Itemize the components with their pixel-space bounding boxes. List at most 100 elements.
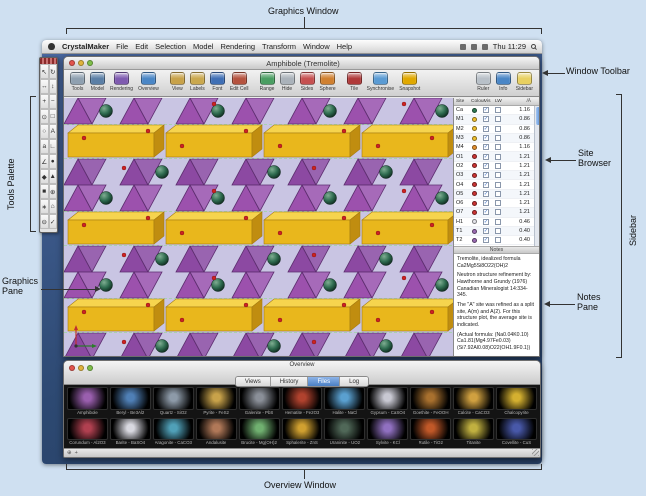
zoom-button[interactable] — [87, 60, 93, 66]
close-button[interactable] — [69, 60, 75, 66]
tool-marquee[interactable]: □ — [48, 109, 57, 124]
toolbar-button-overview[interactable]: Overview — [136, 71, 161, 92]
site-lw-checkbox[interactable] — [495, 162, 501, 169]
site-lw-checkbox[interactable] — [495, 135, 501, 142]
toolbar-button-info[interactable]: Info — [494, 71, 513, 92]
overview-tile-rutile[interactable]: Rutile - TiO2 — [410, 417, 452, 447]
close-button[interactable] — [69, 365, 75, 371]
site-row-o7[interactable]: O7 ✓ 1.21 — [454, 208, 539, 218]
toolbar-button-font[interactable]: Font — [208, 71, 227, 92]
tool-home[interactable]: ⌂ — [48, 199, 57, 214]
site-lw-checkbox[interactable] — [495, 228, 501, 234]
site-colour-swatch[interactable] — [472, 219, 477, 225]
site-row-h1[interactable]: H1 ✓ 0.46 — [454, 218, 539, 227]
site-colour-swatch[interactable] — [472, 154, 477, 160]
site-colour-swatch[interactable] — [472, 116, 477, 122]
site-lw-checkbox[interactable] — [495, 218, 501, 225]
site-colour-swatch[interactable] — [472, 163, 477, 169]
site-colour-swatch[interactable] — [472, 144, 477, 150]
overview-tile-amphibole[interactable]: Amphibole — [67, 387, 108, 416]
pan-icon[interactable]: ⊕ — [67, 450, 72, 456]
tool-apply[interactable]: ✓ — [48, 214, 57, 229]
tool-select[interactable]: ↖ — [40, 64, 49, 79]
notes-header[interactable]: Notes — [454, 246, 539, 254]
column-colour[interactable]: Colour — [471, 99, 485, 104]
overview-tile-brucite[interactable]: Brucite - Mg(OH)2 — [238, 417, 280, 447]
overview-tile-pyrite[interactable]: Pyrite - FeS2 — [195, 387, 237, 416]
site-visible-checkbox[interactable]: ✓ — [483, 190, 489, 197]
graphics-pane[interactable] — [64, 98, 454, 356]
zoom-icon[interactable]: + — [75, 450, 78, 456]
site-lw-checkbox[interactable] — [495, 125, 501, 132]
overview-tile-halite[interactable]: Halite - NaCl — [324, 387, 366, 416]
overview-tile-sylvite[interactable]: Sylvite - KCl — [367, 417, 409, 447]
tab-views[interactable]: Views — [235, 377, 271, 386]
menu-help[interactable]: Help — [337, 42, 352, 51]
site-colour-swatch[interactable] — [472, 200, 477, 206]
site-row-o1[interactable]: O1 ✓ 1.21 — [454, 152, 539, 162]
window-titlebar[interactable]: Amphibole (Tremolite) — [64, 57, 539, 70]
site-visible-checkbox[interactable]: ✓ — [483, 237, 489, 244]
site-row-o4[interactable]: O4 ✓ 1.21 — [454, 180, 539, 190]
site-colour-swatch[interactable] — [472, 126, 477, 132]
site-visible-checkbox[interactable]: ✓ — [483, 107, 489, 114]
spotlight-icon[interactable] — [531, 44, 536, 49]
toolbar-button-rendering[interactable]: Rendering — [108, 71, 135, 92]
site-row-m3[interactable]: M3 ✓ 0.86 — [454, 133, 539, 144]
site-visible-checkbox[interactable]: ✓ — [483, 209, 489, 216]
toolbar-button-labels[interactable]: Labels — [188, 71, 207, 92]
site-visible-checkbox[interactable]: ✓ — [483, 144, 489, 151]
overview-tile-beryl[interactable]: Beryl - Be3Al2 — [109, 387, 151, 416]
site-colour-swatch[interactable] — [472, 182, 477, 188]
site-colour-swatch[interactable] — [472, 209, 477, 215]
site-lw-checkbox[interactable] — [495, 200, 501, 207]
tool-cell[interactable]: ■ — [40, 184, 49, 199]
site-row-t1[interactable]: T1 ✓ 0.40 — [454, 226, 539, 237]
tool-distance[interactable]: ∟ — [48, 139, 57, 154]
site-visible-checkbox[interactable]: ✓ — [483, 125, 489, 132]
scrollbar-thumb[interactable] — [535, 107, 539, 125]
site-visible-checkbox[interactable]: ✓ — [483, 228, 489, 234]
tool-angle[interactable]: ∠ — [40, 154, 49, 169]
site-row-ca[interactable]: Ca ✓ 1.16 — [454, 106, 539, 116]
site-lw-checkbox[interactable] — [495, 116, 501, 123]
site-lw-checkbox[interactable] — [495, 144, 501, 151]
site-visible-checkbox[interactable]: ✓ — [483, 181, 489, 188]
tool-lasso[interactable]: ○ — [40, 124, 49, 139]
toolbar-button-sidebar-toggle[interactable]: Sidebar — [514, 71, 535, 92]
menu-rendering[interactable]: Rendering — [220, 42, 255, 51]
resize-grip[interactable] — [532, 449, 539, 456]
overview-tile-goethite[interactable]: Goethite - FeOOH — [410, 387, 452, 416]
overview-tile-quartz[interactable]: Quartz - SiO2 — [152, 387, 194, 416]
site-visible-checkbox[interactable]: ✓ — [483, 116, 489, 123]
column-lw[interactable]: LW — [495, 99, 506, 104]
column-site[interactable]: Site — [456, 99, 471, 104]
overview-titlebar[interactable]: Overview Views History Files Log — [64, 361, 540, 387]
tool-polyhedra[interactable]: ▲ — [48, 169, 57, 184]
overview-tile-aragonite[interactable]: Aragonite - CaCO3 — [152, 417, 194, 447]
overview-tile-hematite[interactable]: Hematite - Fe2O3 — [281, 387, 323, 416]
site-lw-checkbox[interactable] — [495, 181, 501, 188]
site-browser-scrollbar[interactable] — [534, 106, 539, 246]
column-radius[interactable]: /Å — [526, 99, 537, 104]
tab-history[interactable]: History — [270, 377, 309, 386]
menu-model[interactable]: Model — [193, 42, 213, 51]
site-visible-checkbox[interactable]: ✓ — [483, 218, 489, 225]
app-menu-title[interactable]: CrystalMaker — [62, 42, 109, 51]
site-row-m4[interactable]: M4 ✓ 1.16 — [454, 143, 539, 153]
toolbar-button-tools[interactable]: Tools — [68, 71, 87, 92]
tab-files[interactable]: Files — [308, 377, 341, 386]
toolbar-button-ruler[interactable]: Ruler — [474, 71, 493, 92]
toolbar-button-sides[interactable]: Sides — [298, 71, 317, 92]
site-colour-swatch[interactable] — [472, 107, 477, 113]
site-colour-swatch[interactable] — [472, 135, 477, 141]
tool-origin[interactable]: ⊕ — [48, 184, 57, 199]
bluetooth-icon[interactable] — [459, 43, 466, 50]
site-lw-checkbox[interactable] — [495, 209, 501, 216]
site-colour-swatch[interactable] — [472, 172, 477, 178]
site-lw-checkbox[interactable] — [495, 107, 501, 114]
toolbar-button-model[interactable]: Model — [88, 71, 107, 92]
tool-hide-tool[interactable]: ⊖ — [40, 214, 49, 229]
tool-axes[interactable]: ∗ — [40, 199, 49, 214]
site-lw-checkbox[interactable] — [495, 172, 501, 179]
